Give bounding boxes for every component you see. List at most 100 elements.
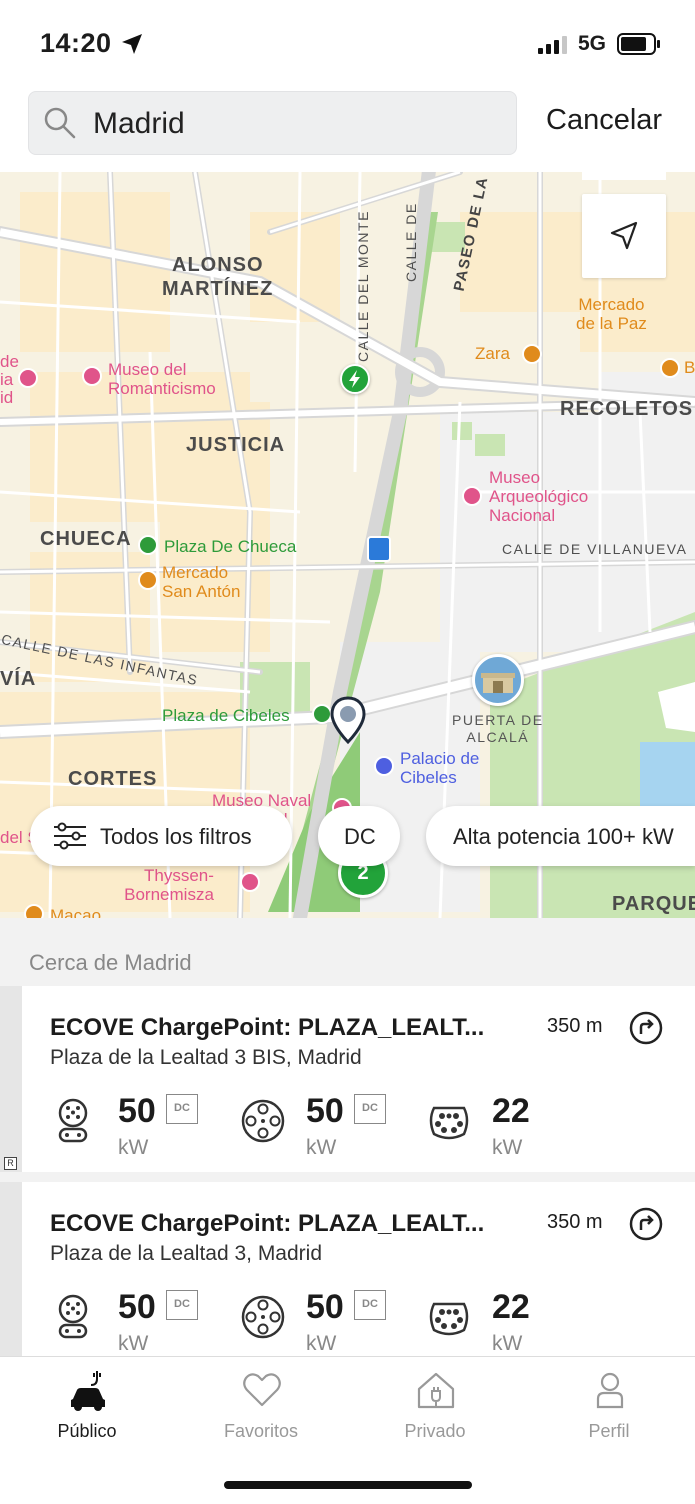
metro-icon[interactable] — [367, 536, 391, 562]
station-card[interactable]: ECOVE ChargePoint: PLAZA_LEALT... 350 m … — [22, 986, 695, 1172]
poi-marker-pink[interactable] — [18, 368, 38, 388]
connector-power: 50 — [118, 1092, 156, 1130]
all-filters-chip[interactable]: Todos los filtros — [30, 806, 292, 866]
tab-publico[interactable]: Público — [0, 1357, 174, 1457]
poi-macao[interactable]: Macao — [50, 906, 101, 918]
tab-favoritos[interactable]: Favoritos — [174, 1357, 348, 1457]
connector-unit: kW — [492, 1332, 523, 1355]
all-filters-label: Todos los filtros — [100, 824, 252, 849]
district-label-parque: PARQUE — [612, 893, 695, 915]
district-label-martinez: MARTÍNEZ — [162, 278, 274, 300]
high-power-filter-chip[interactable]: Alta potencia 100+ kW — [426, 806, 695, 866]
ccs-connector-icon — [58, 1294, 88, 1339]
poi-palacio-cibeles[interactable]: Palacio de Cibeles — [400, 749, 479, 787]
navigation-arrow-icon — [610, 221, 638, 250]
signal-bars-icon — [538, 36, 567, 54]
tab-privado[interactable]: Privado — [348, 1357, 522, 1457]
sliders-icon — [54, 822, 86, 850]
dc-badge: DC — [166, 1290, 198, 1320]
museum-icon-arqueologico[interactable] — [462, 486, 482, 506]
card-edge — [0, 1182, 22, 1358]
cancel-button[interactable]: Cancelar — [546, 104, 662, 137]
poi-mercado-san-anton[interactable]: Mercado San Antón — [162, 563, 240, 601]
puerta-alcala-marker[interactable] — [472, 654, 524, 706]
poi-museo-arqueologico[interactable]: Museo Arqueológico Nacional — [489, 468, 588, 525]
restaurant-icon[interactable] — [24, 904, 44, 918]
high-power-filter-label: Alta potencia 100+ kW — [453, 824, 674, 849]
plaza-icon-cibeles[interactable] — [312, 704, 332, 724]
district-label-via: VÍA — [0, 668, 37, 690]
station-card[interactable]: ECOVE ChargePoint: PLAZA_LEALT... 350 m … — [22, 1182, 695, 1368]
connector-power: 22 — [492, 1288, 530, 1326]
poi-plaza-cibeles[interactable]: Plaza de Cibeles — [162, 706, 290, 725]
poi-puerta-alcala[interactable]: PUERTA DE ALCALÁ — [452, 712, 544, 746]
poi-edge-left-b: ia — [0, 370, 14, 389]
dc-filter-chip[interactable]: DC — [318, 806, 400, 866]
district-label-cortes: CORTES — [68, 768, 158, 790]
connector-power: 22 — [492, 1092, 530, 1130]
connector-unit: kW — [492, 1136, 523, 1159]
home-plug-icon — [417, 1372, 455, 1409]
tab-label: Público — [57, 1421, 117, 1441]
district-label-justicia: JUSTICIA — [186, 434, 286, 456]
tab-label: Privado — [404, 1421, 466, 1441]
poi-marker-edge-right[interactable] — [660, 358, 680, 378]
poi-museo-romanticismo[interactable]: Museo del Romanticismo — [108, 360, 216, 398]
poi-zara[interactable]: Zara — [475, 344, 510, 363]
connector-unit: kW — [306, 1136, 337, 1159]
tab-label: Perfil — [588, 1421, 630, 1441]
search-bar[interactable] — [28, 91, 517, 155]
station-name: ECOVE ChargePoint: PLAZA_LEALT... — [50, 1014, 485, 1041]
type2-connector-icon — [429, 1302, 469, 1336]
star-icon[interactable] — [374, 756, 394, 776]
district-label-recoletos: RECOLETOS — [560, 398, 694, 420]
dc-badge: DC — [354, 1290, 386, 1320]
directions-icon[interactable] — [628, 1206, 664, 1242]
street-label-monte: CALLE DEL MONTE — [355, 210, 371, 362]
status-time: 14:20 — [40, 28, 112, 58]
charger-marker[interactable] — [340, 364, 370, 394]
poi-plaza-chueca[interactable]: Plaza De Chueca — [164, 537, 296, 556]
museum-icon[interactable] — [82, 366, 102, 386]
chademo-connector-icon — [241, 1099, 285, 1143]
location-arrow-icon — [122, 34, 142, 54]
nearby-header-label: Cerca de Madrid — [29, 950, 192, 975]
location-pin-icon[interactable] — [330, 696, 366, 746]
plaza-icon[interactable] — [138, 535, 158, 555]
type2-connector-icon — [429, 1106, 469, 1140]
station-distance: 350 m — [547, 1211, 603, 1233]
dc-badge: DC — [354, 1094, 386, 1124]
connector-power: 50 — [306, 1092, 344, 1130]
poi-edge-right-e: B — [684, 358, 695, 377]
network-type: 5G — [578, 32, 607, 55]
home-indicator — [224, 1481, 472, 1489]
station-address: Plaza de la Lealtad 3, Madrid — [50, 1242, 323, 1265]
heart-icon — [243, 1373, 281, 1407]
map-top-right-tile — [582, 172, 666, 180]
street-label-villanueva: CALLE DE VILLANUEVA — [502, 541, 688, 557]
directions-icon[interactable] — [628, 1010, 664, 1046]
poi-mercado-paz[interactable]: Mercado de la Paz — [576, 295, 647, 333]
poi-edge-left-c: id — [0, 388, 14, 407]
connector-power: 50 — [118, 1288, 156, 1326]
battery-icon — [617, 33, 660, 55]
museum-icon-thyssen[interactable] — [240, 872, 260, 892]
search-input[interactable] — [93, 102, 493, 146]
person-icon — [596, 1372, 624, 1409]
poi-edge-left-a: de — [0, 352, 19, 371]
card-edge — [0, 986, 22, 1172]
status-bar: 14:20 5G — [0, 0, 695, 88]
station-name: ECOVE ChargePoint: PLAZA_LEALT... — [50, 1210, 485, 1237]
dc-badge: DC — [166, 1094, 198, 1124]
connector-unit: kW — [306, 1332, 337, 1355]
tab-label: Favoritos — [223, 1421, 299, 1441]
tab-perfil[interactable]: Perfil — [522, 1357, 695, 1457]
r-badge: R — [4, 1157, 17, 1170]
market-icon[interactable] — [138, 570, 158, 590]
locate-me-button[interactable] — [582, 194, 666, 278]
chademo-connector-icon — [241, 1295, 285, 1339]
shop-icon[interactable] — [522, 344, 542, 364]
ev-car-icon — [71, 1371, 105, 1411]
station-address: Plaza de la Lealtad 3 BIS, Madrid — [50, 1046, 362, 1069]
connector-unit: kW — [118, 1136, 149, 1159]
